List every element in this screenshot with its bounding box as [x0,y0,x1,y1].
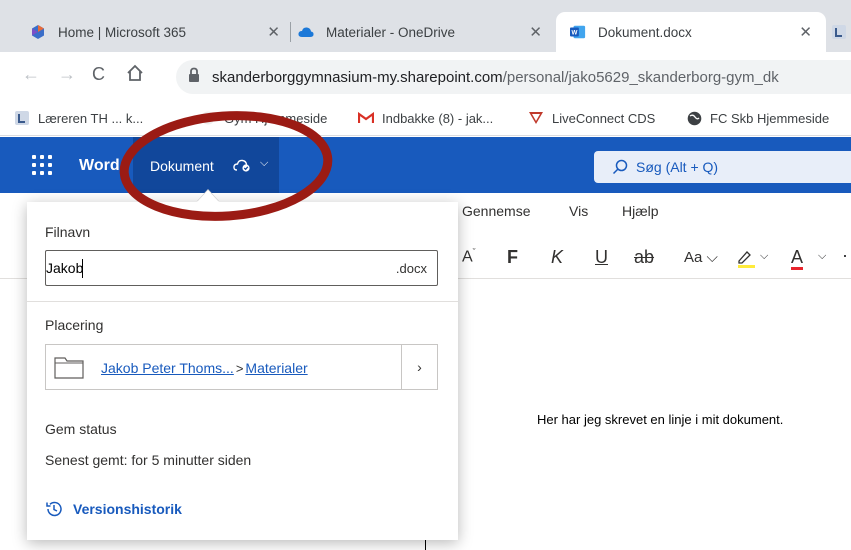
italic-button[interactable]: K [551,247,563,268]
bookmark-item[interactable]: Læreren TH ... k... [14,110,143,126]
close-tab-icon[interactable]: ✕ [267,23,280,41]
breadcrumb-separator: > [235,361,244,376]
reload-icon[interactable]: C [92,64,105,85]
globe-icon [686,110,702,126]
panel-pointer [197,190,219,202]
shrink-font-button[interactable]: Aˇ [462,247,476,266]
tab-partial[interactable] [826,12,851,52]
location-label: Placering [45,317,104,333]
forward-arrow-icon[interactable]: → [58,64,76,85]
app-launcher-icon[interactable] [32,155,52,175]
divider [27,301,458,302]
search-icon [612,159,628,180]
file-info-panel: Filnavn Jakob .docx Placering Jakob Pete… [27,202,458,540]
shrink-font-label: A [462,248,473,266]
bookmark-item[interactable]: Indbakke (8) - jak... [358,110,493,126]
font-color-label: A [791,247,804,270]
save-status-value: Senest gemt: for 5 minutter siden [45,452,252,468]
chevron-right-icon[interactable]: › [401,345,437,389]
font-color-button[interactable]: A [791,247,804,270]
underline-button[interactable]: U [595,247,608,268]
search-placeholder: Søg (Alt + Q) [636,159,719,175]
tab-word-document[interactable]: W Dokument.docx ✕ [556,12,826,52]
url-host: skanderborggymnasium-my.sharepoint.com [212,69,503,86]
save-status-label: Gem status [45,421,117,437]
chevron-down-icon: ⌵ [260,157,269,169]
close-tab-icon[interactable]: ✕ [529,23,542,41]
filename-extension: .docx [395,261,427,276]
word-header: Word Dokument ⌵ Søg (Alt + Q) [0,137,851,193]
word-icon: W [570,24,586,40]
tab-title: Home | Microsoft 365 [58,24,187,40]
chevron-down-icon[interactable]: ⌵ [818,250,826,263]
version-history-label: Versionshistorik [73,501,182,517]
filename-input[interactable]: Jakob .docx [45,250,438,286]
bookmark-label: LiveConnect CDS [552,110,656,126]
more-options-icon[interactable]: · [842,245,848,266]
history-icon [45,500,63,518]
back-arrow-icon[interactable]: ← [22,64,40,85]
bookmark-label: FC Skb Hjemmeside [710,110,830,126]
document-title[interactable]: Dokument [150,158,214,174]
change-case-button[interactable]: Aa ⌵ [684,249,718,266]
location-link-user[interactable]: Jakob Peter Thoms... [101,360,234,376]
tab-title: Materialer - OneDrive [326,24,456,40]
browser-tab-strip: Home | Microsoft 365 ✕ Materialer - OneD… [0,0,851,52]
bookmark-label: Gym Hjemmeside [224,110,328,126]
bold-button[interactable]: F [507,247,518,268]
tab-gennemse[interactable]: Gennemse [462,203,530,219]
liveconnect-icon [528,110,544,126]
tab-hjaelp[interactable]: Hjælp [622,203,659,219]
version-history-link[interactable]: Versionshistorik [45,500,182,518]
saved-cloud-icon [233,158,251,177]
bookmark-item[interactable]: Gym Hjemmeside [200,110,327,126]
input-caret [82,259,83,278]
app-name[interactable]: Word [79,157,120,175]
bookmarks-bar: Læreren TH ... k... Gym Hjemmeside Indba… [0,100,851,136]
filename-label: Filnavn [45,224,91,240]
bookmark-item[interactable]: LiveConnect CDS [528,110,655,126]
school-logo-icon [200,110,216,126]
highlight-icon[interactable] [736,248,758,273]
url-text[interactable]: skanderborggymnasium-my.sharepoint.com/p… [212,69,779,86]
lectio-icon [832,24,846,40]
lock-icon[interactable] [188,67,200,88]
search-box[interactable]: Søg (Alt + Q) [594,151,851,183]
location-picker[interactable]: Jakob Peter Thoms... > Materialer › [45,344,438,390]
bookmark-label: Indbakke (8) - jak... [382,110,494,126]
location-link-materialer[interactable]: Materialer [245,360,307,376]
url-path: /personal/jako5629_skanderborg-gym_dk [502,69,779,86]
microsoft365-icon [30,24,46,40]
home-icon[interactable] [126,64,144,87]
folder-icon [54,355,84,379]
change-case-label: Aa [684,249,703,266]
tab-title: Dokument.docx [598,24,692,40]
close-tab-icon[interactable]: ✕ [799,23,812,41]
filename-value: Jakob [46,260,84,276]
lectio-icon [14,110,30,126]
bookmark-item[interactable]: FC Skb Hjemmeside [686,110,829,126]
strikethrough-button[interactable]: ab [634,247,654,268]
tab-onedrive[interactable]: Materialer - OneDrive ✕ [298,12,556,52]
browser-toolbar: ← → C skanderborggymnasium-my.sharepoint… [0,52,851,100]
gmail-icon [358,110,374,126]
tab-vis[interactable]: Vis [569,203,588,219]
onedrive-cloud-icon [298,24,314,40]
svg-text:W: W [572,30,578,37]
tab-separator [290,22,291,42]
document-text[interactable]: Her har jeg skrevet en linje i mit dokum… [537,412,783,427]
chevron-down-icon[interactable]: ⌵ [760,250,768,263]
bookmark-label: Læreren TH ... k... [38,110,144,126]
location-path: Jakob Peter Thoms... > Materialer [101,360,308,376]
tab-microsoft365[interactable]: Home | Microsoft 365 ✕ [30,12,290,52]
